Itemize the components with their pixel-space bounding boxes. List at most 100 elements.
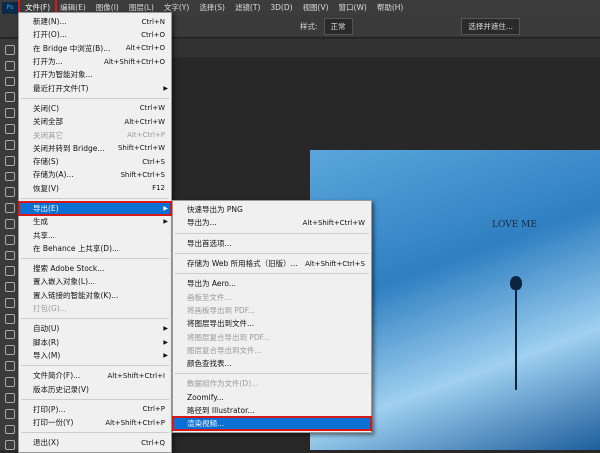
menu-9[interactable]: 窗口(W): [334, 0, 372, 15]
tool-icon[interactable]: [5, 108, 15, 119]
tool-icon[interactable]: [5, 124, 15, 134]
menu-item-label: 导出首选项...: [187, 238, 232, 248]
tool-icon[interactable]: [5, 329, 15, 340]
tool-icon[interactable]: [5, 92, 15, 103]
tool-icon[interactable]: [5, 408, 15, 419]
menu-item[interactable]: 恢复(V) F12: [19, 182, 171, 195]
menu-item[interactable]: 关闭并转到 Bridge... Shift+Ctrl+W: [19, 142, 171, 155]
menu-item[interactable]: 将图层导出到文件...: [173, 317, 371, 330]
tool-icon[interactable]: [5, 361, 15, 372]
menu-item[interactable]: 生成 ▶: [19, 215, 171, 228]
menu-item[interactable]: 快速导出为 PNG: [173, 203, 371, 216]
menu-item[interactable]: 打开为智能对象...: [19, 68, 171, 81]
tool-icon[interactable]: [5, 76, 15, 87]
tool-icon[interactable]: [5, 155, 15, 166]
menu-10[interactable]: 帮助(H): [372, 0, 409, 15]
menu-item[interactable]: Zoomify...: [173, 391, 371, 404]
menu-item[interactable]: 导出为... Alt+Shift+Ctrl+W: [173, 216, 371, 229]
menu-6[interactable]: 滤镜(T): [230, 0, 265, 15]
menu-item[interactable]: 打包(G)...: [19, 302, 171, 315]
menu-item-label: 搜索 Adobe Stock...: [33, 264, 105, 274]
menu-item[interactable]: 关闭其它 Alt+Ctrl+P: [19, 128, 171, 141]
menu-7[interactable]: 3D(D): [265, 0, 297, 15]
menu-item-label: 打包(G)...: [33, 304, 67, 314]
menu-item-label: 导出为...: [187, 218, 217, 228]
tool-icon[interactable]: [5, 139, 15, 150]
menu-item[interactable]: 路径到 Illustrator...: [173, 404, 371, 417]
menu-item[interactable]: 置入链接的智能对象(K)...: [19, 289, 171, 302]
toolbar: [0, 39, 20, 451]
tool-icon[interactable]: [5, 234, 15, 245]
style-select[interactable]: 正常: [323, 17, 353, 35]
menu-item[interactable]: 导入(M) ▶: [19, 349, 171, 362]
tool-icon[interactable]: [5, 298, 15, 308]
tool-icon[interactable]: [5, 250, 15, 261]
menu-item-label: 颜色查找表...: [187, 359, 232, 369]
menu-item-label: 打印(P)...: [33, 404, 66, 414]
menu-separator: [175, 232, 369, 234]
select-and-mask-button[interactable]: 选择并遮住...: [461, 17, 520, 35]
menu-item-label: 脚本(R): [33, 337, 60, 347]
tool-icon[interactable]: [5, 266, 15, 277]
menu-item[interactable]: 打印一份(Y) Alt+Shift+Ctrl+P: [19, 416, 171, 429]
menu-item[interactable]: 将画板导出到 PDF...: [173, 304, 371, 317]
tool-icon[interactable]: [5, 203, 15, 213]
menu-item[interactable]: 共享...: [19, 228, 171, 241]
menu-item-shortcut: Alt+Ctrl+W: [124, 117, 165, 126]
menu-8[interactable]: 视图(V): [298, 0, 334, 15]
menu-item[interactable]: 版本历史记录(V): [19, 382, 171, 395]
menu-5[interactable]: 选择(S): [194, 0, 230, 15]
tool-icon[interactable]: [5, 424, 15, 435]
menu-item[interactable]: 存储为 Web 所用格式（旧版）... Alt+Shift+Ctrl+S: [173, 257, 371, 270]
menu-item[interactable]: 存储为(A)... Shift+Ctrl+S: [19, 168, 171, 181]
menu-separator: [175, 273, 369, 275]
menu-item[interactable]: 将图层复合导出到 PDF...: [173, 330, 371, 343]
menu-item[interactable]: 图层复合导出到文件...: [173, 344, 371, 357]
menu-item-label: 将图层复合导出到 PDF...: [187, 332, 270, 342]
menu-item-label: 导入(M): [33, 350, 61, 360]
submenu-arrow-icon: ▶: [163, 338, 168, 346]
tool-icon[interactable]: [5, 440, 15, 451]
menu-item[interactable]: 置入嵌入对象(L)...: [19, 275, 171, 288]
menu-item[interactable]: 存储(S) Ctrl+S: [19, 155, 171, 168]
tool-icon[interactable]: [5, 45, 15, 55]
menu-item[interactable]: 搜索 Adobe Stock...: [19, 262, 171, 275]
menu-item[interactable]: 新建(N)... Ctrl+N: [19, 15, 171, 28]
menu-item[interactable]: 在 Bridge 中浏览(B)... Alt+Ctrl+O: [19, 42, 171, 55]
tool-icon[interactable]: [5, 282, 15, 292]
menu-item[interactable]: 打开(O)... Ctrl+O: [19, 28, 171, 41]
tool-icon[interactable]: [5, 187, 15, 198]
menu-item[interactable]: 导出(E) ▶: [18, 200, 172, 217]
tool-icon[interactable]: [5, 377, 15, 387]
menu-item[interactable]: 打开为... Alt+Shift+Ctrl+O: [19, 55, 171, 68]
export-submenu: 快速导出为 PNG 导出为... Alt+Shift+Ctrl+W 导出首选项... 存…: [172, 200, 372, 434]
menu-item[interactable]: 画板至文件...: [173, 290, 371, 303]
menu-item[interactable]: 打印(P)... Ctrl+P: [19, 403, 171, 416]
menu-item[interactable]: 关闭(C) Ctrl+W: [19, 102, 171, 115]
menu-item-shortcut: Alt+Shift+Ctrl+P: [105, 418, 165, 427]
menu-item[interactable]: 渲染视频...: [172, 416, 372, 432]
menu-item[interactable]: 颜色查找表...: [173, 357, 371, 370]
menu-item[interactable]: 数据组作为文件(D)...: [173, 377, 371, 390]
menu-item-label: 关闭其它: [33, 130, 63, 140]
tool-icon[interactable]: [5, 60, 15, 71]
tool-icon[interactable]: [5, 392, 15, 403]
menu-item[interactable]: 导出为 Aero...: [173, 277, 371, 290]
menu-item-label: 数据组作为文件(D)...: [187, 379, 259, 389]
tool-icon[interactable]: [5, 171, 15, 182]
menu-item[interactable]: 退出(X) Ctrl+Q: [19, 436, 171, 449]
menu-item[interactable]: 导出首选项...: [173, 237, 371, 250]
menu-item[interactable]: 自动(U) ▶: [19, 322, 171, 335]
menu-item[interactable]: 文件简介(F)... Alt+Shift+Ctrl+I: [19, 369, 171, 382]
menu-item[interactable]: 脚本(R) ▶: [19, 336, 171, 349]
menu-item-shortcut: Alt+Ctrl+O: [125, 44, 165, 53]
style-label: 样式:: [300, 21, 318, 31]
tool-icon[interactable]: [5, 218, 15, 229]
tool-icon[interactable]: [5, 345, 15, 356]
menu-item[interactable]: 关闭全部 Alt+Ctrl+W: [19, 115, 171, 128]
menu-item-label: 存储为 Web 所用格式（旧版）...: [187, 259, 298, 269]
tool-icon[interactable]: [5, 313, 15, 324]
menu-item-label: 退出(X): [33, 438, 59, 448]
menu-item[interactable]: 最近打开文件(T) ▶: [19, 81, 171, 94]
menu-item[interactable]: 在 Behance 上共享(D)...: [19, 242, 171, 255]
